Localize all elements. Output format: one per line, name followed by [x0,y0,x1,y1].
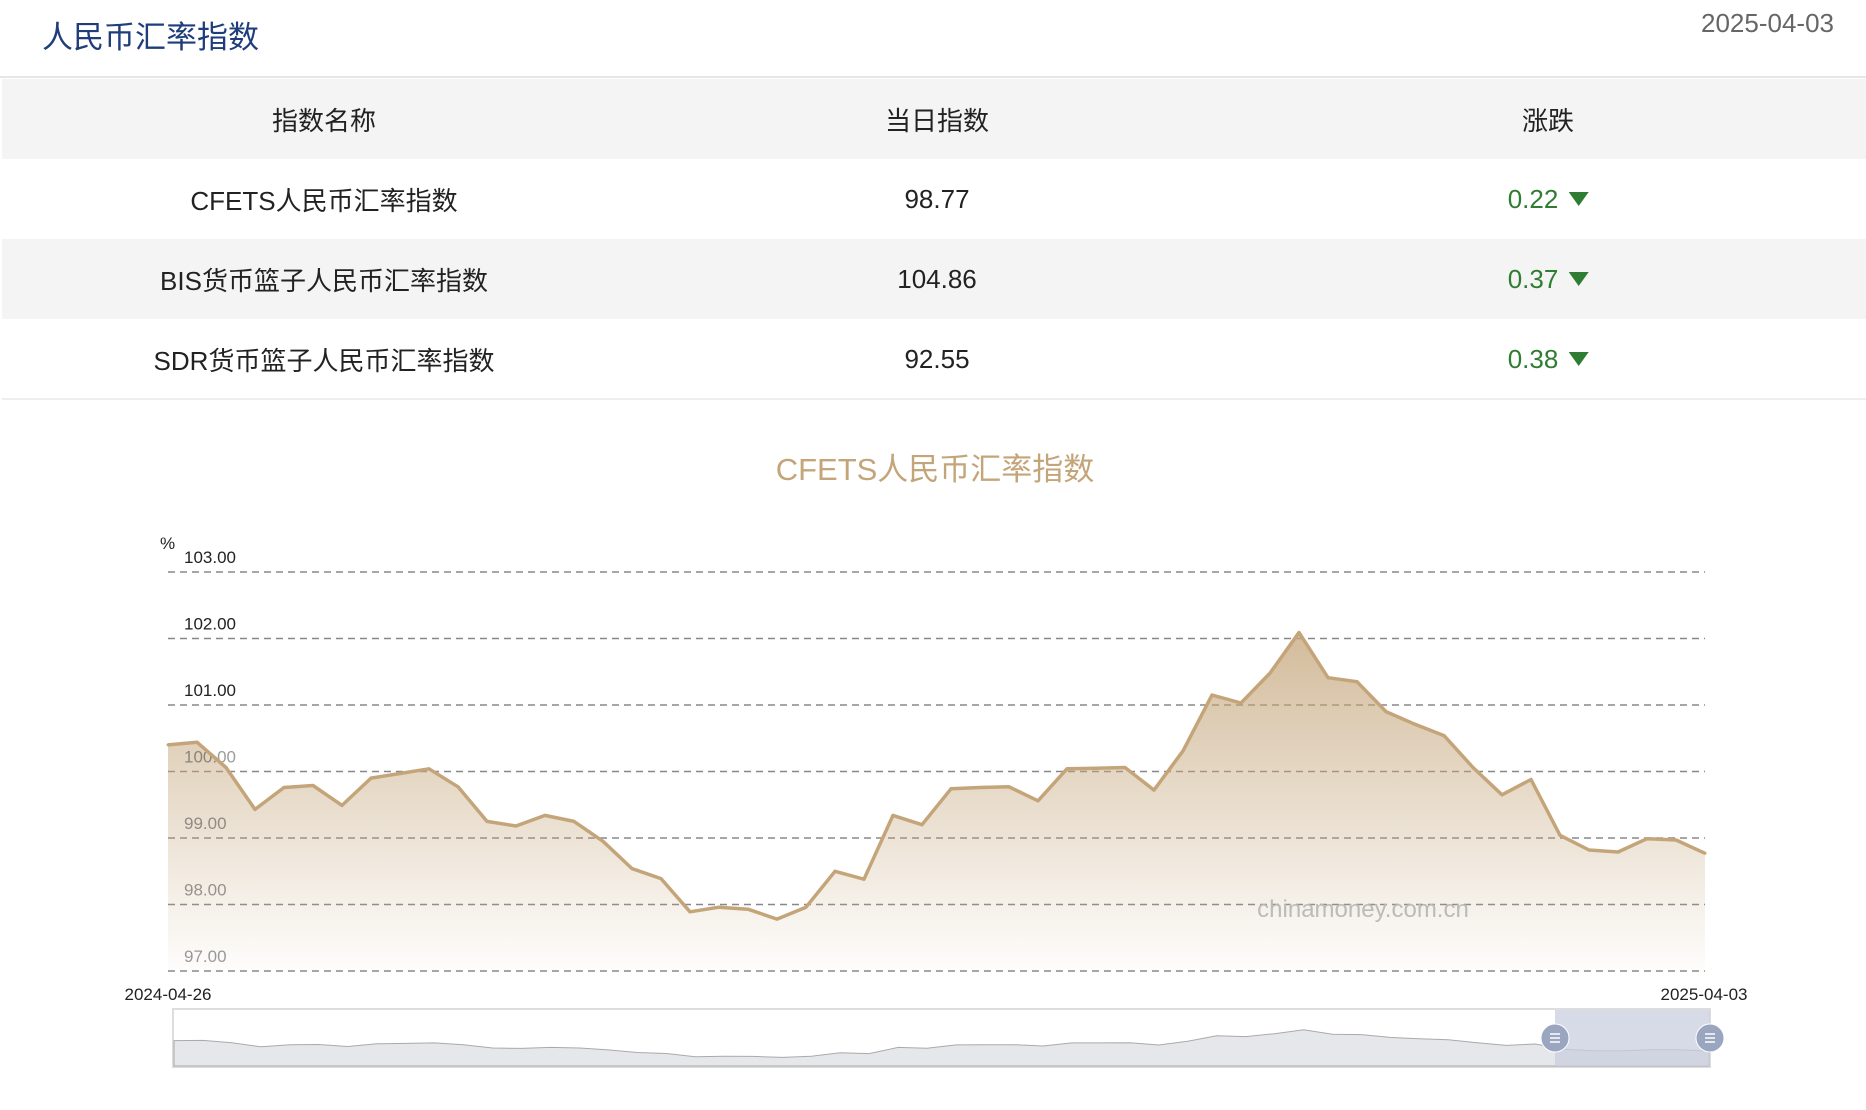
data-point[interactable] [979,786,982,789]
data-point[interactable] [486,820,489,823]
data-point[interactable] [834,870,837,873]
data-point[interactable] [312,784,315,787]
data-point[interactable] [370,777,373,780]
data-point[interactable] [776,918,779,921]
data-point[interactable] [1356,680,1359,683]
y-tick-label: 97.00 [184,947,227,966]
data-point[interactable] [428,767,431,770]
data-point[interactable] [1443,734,1446,737]
data-point[interactable] [863,878,866,881]
data-point[interactable] [718,906,721,909]
navigator[interactable] [173,1009,1724,1067]
data-point[interactable] [1066,767,1069,770]
y-tick-label: 101.00 [184,681,236,700]
x-tick-end: 2025-04-03 [1661,985,1748,1004]
y-tick-label: 99.00 [184,814,227,833]
data-point[interactable] [196,741,199,744]
watermark: chinamoney.com.cn [1257,896,1469,923]
navigator-handle-right[interactable] [1696,1024,1724,1052]
data-point[interactable] [1559,834,1562,837]
data-point[interactable] [660,877,663,880]
navigator-handle-left[interactable] [1541,1024,1569,1052]
data-point[interactable] [921,823,924,826]
data-point[interactable] [1211,694,1214,697]
series-area [168,633,1705,972]
chart: 103.00102.00101.00100.0099.0098.0097.00 … [0,0,1866,1110]
data-point[interactable] [1472,766,1475,769]
data-point[interactable] [1095,767,1098,770]
data-point[interactable] [1414,723,1417,726]
y-tick-label: 100.00 [184,748,236,767]
data-point[interactable] [1327,676,1330,679]
data-point[interactable] [1617,850,1620,853]
navigator-selection[interactable] [1555,1010,1710,1066]
y-tick-label: 103.00 [184,548,236,567]
data-point[interactable] [1124,766,1127,769]
data-point[interactable] [515,825,518,828]
data-point[interactable] [1153,789,1156,792]
data-point[interactable] [1298,631,1301,634]
data-point[interactable] [1704,852,1707,855]
y-tick-label: 98.00 [184,881,227,900]
data-point[interactable] [631,867,634,870]
data-point[interactable] [1588,848,1591,851]
y-tick-label: 102.00 [184,615,236,634]
data-point[interactable] [1385,710,1388,713]
data-point[interactable] [602,840,605,843]
data-point[interactable] [283,786,286,789]
data-point[interactable] [1037,799,1040,802]
data-point[interactable] [1675,838,1678,841]
data-point[interactable] [1008,785,1011,788]
data-point[interactable] [689,910,692,913]
data-point[interactable] [747,908,750,911]
data-point[interactable] [1646,837,1649,840]
data-point[interactable] [805,906,808,909]
data-point[interactable] [1269,672,1272,675]
data-point[interactable] [1501,793,1504,796]
y-axis-unit: % [160,534,175,553]
data-point[interactable] [950,787,953,790]
data-point[interactable] [892,814,895,817]
data-point[interactable] [341,804,344,807]
x-tick-start: 2024-04-26 [125,985,212,1004]
data-point[interactable] [167,743,170,746]
data-point[interactable] [1182,749,1185,752]
data-point[interactable] [1240,702,1243,705]
data-point[interactable] [544,814,547,817]
data-point[interactable] [457,785,460,788]
data-point[interactable] [399,772,402,775]
data-point[interactable] [573,820,576,823]
data-point[interactable] [225,766,228,769]
data-point[interactable] [1530,778,1533,781]
data-point[interactable] [254,808,257,811]
